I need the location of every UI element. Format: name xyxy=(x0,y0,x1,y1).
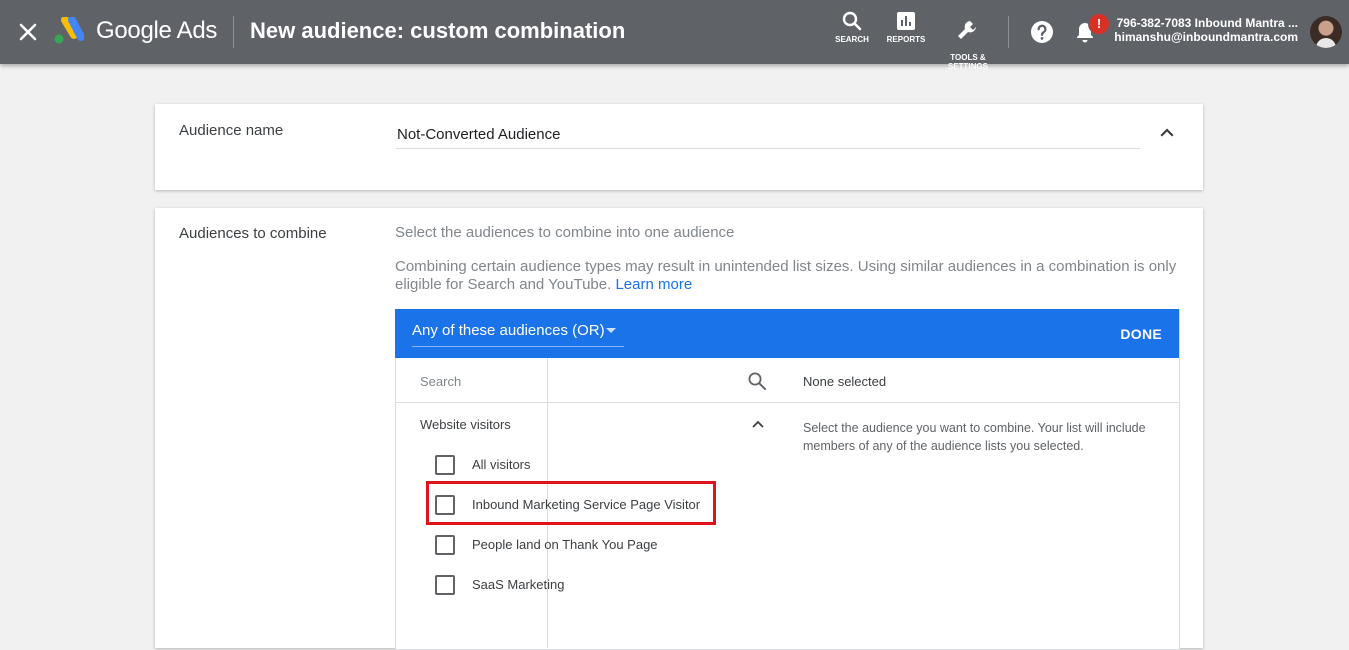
mode-select-underline xyxy=(412,346,624,347)
audience-search-input[interactable]: Search xyxy=(420,374,461,389)
audience-name-input[interactable] xyxy=(396,121,1140,149)
combination-mode-bar: Any of these audiences (OR) DONE xyxy=(395,309,1179,358)
audience-name-card: Audience name xyxy=(155,104,1203,190)
caret-down-icon[interactable] xyxy=(606,328,616,333)
toolbar-divider xyxy=(1008,16,1009,48)
combine-instruction: Select the audiences to combine into one… xyxy=(395,224,735,241)
audience-selector-panel xyxy=(395,309,1180,650)
top-bar: Google Ads New audience: custom combinat… xyxy=(0,0,1349,71)
brand-divider xyxy=(233,16,234,48)
combine-warning: Combining certain audience types may res… xyxy=(395,258,1185,294)
brand-name: Google Ads xyxy=(96,17,218,44)
google-ads-logo-icon xyxy=(54,17,84,44)
highlight-annotation-box xyxy=(426,481,716,525)
page-title: New audience: custom combination xyxy=(250,18,626,43)
avatar[interactable] xyxy=(1310,16,1342,48)
audience-name-label: Audience name xyxy=(179,122,284,139)
list-item-label: All visitors xyxy=(472,457,531,472)
audiences-combine-label: Audiences to combine xyxy=(179,225,327,242)
checkbox[interactable] xyxy=(435,535,455,555)
search-tool-button[interactable]: SEARCH xyxy=(833,10,871,44)
reports-tool-label: REPORTS xyxy=(886,35,926,44)
search-icon xyxy=(842,11,862,31)
combination-mode-select[interactable]: Any of these audiences (OR) xyxy=(412,322,605,339)
search-row-divider xyxy=(396,402,1179,403)
chevron-up-icon[interactable] xyxy=(1157,122,1177,142)
selected-summary: None selected xyxy=(803,374,887,389)
combine-warning-text: Combining certain audience types may res… xyxy=(395,258,1177,293)
search-icon[interactable] xyxy=(747,371,767,391)
selection-help-text: Select the audience you want to combine.… xyxy=(803,421,1146,453)
list-item-label: SaaS Marketing xyxy=(472,577,565,592)
account-email: himanshu@inboundmantra.com xyxy=(1114,30,1298,44)
checkbox[interactable] xyxy=(435,575,455,595)
wrench-icon xyxy=(958,21,976,39)
account-id-name: 796-382-7083 Inbound Mantra ... xyxy=(1116,16,1298,30)
account-info[interactable]: 796-382-7083 Inbound Mantra ... himanshu… xyxy=(1100,16,1298,44)
close-icon[interactable] xyxy=(17,20,39,44)
audiences-combine-card: Audiences to combine Select the audience… xyxy=(155,208,1203,650)
done-button[interactable]: DONE xyxy=(1120,326,1162,342)
help-icon[interactable] xyxy=(1030,20,1054,44)
search-tool-label: SEARCH xyxy=(835,35,869,44)
group-website-visitors[interactable]: Website visitors xyxy=(420,417,511,432)
chevron-up-icon[interactable] xyxy=(750,416,766,432)
bar-chart-icon xyxy=(897,12,915,30)
list-item-label: People land on Thank You Page xyxy=(472,537,658,552)
reports-tool-button[interactable]: REPORTS xyxy=(884,10,928,44)
learn-more-link[interactable]: Learn more xyxy=(615,276,692,293)
checkbox[interactable] xyxy=(435,455,455,475)
tools-settings-label: TOOLS & SETTINGS xyxy=(947,53,988,71)
tools-settings-button[interactable]: TOOLS & SETTINGS xyxy=(942,10,994,71)
